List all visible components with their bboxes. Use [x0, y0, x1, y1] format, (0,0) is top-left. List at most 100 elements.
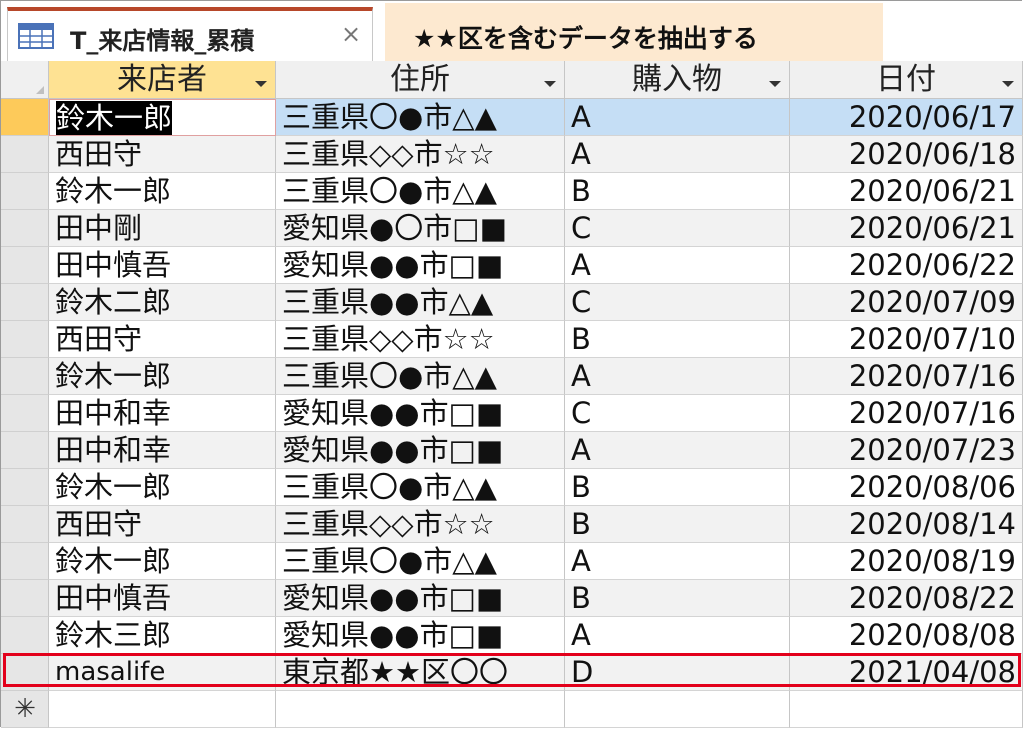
- cell-date[interactable]: 2020/08/19: [790, 543, 1023, 580]
- cell-address[interactable]: 三重県◇◇市☆☆: [276, 136, 565, 173]
- cell-address[interactable]: 三重県〇●市△▲: [276, 543, 565, 580]
- cell-address[interactable]: 三重県◇◇市☆☆: [276, 506, 565, 543]
- table-row[interactable]: 鈴木一郎 三重県〇●市△▲ B 2020/06/21: [1, 173, 1023, 210]
- cell-purchase[interactable]: A: [565, 543, 790, 580]
- cell-visitor[interactable]: 田中和幸: [49, 395, 276, 432]
- row-selector[interactable]: ✳: [1, 691, 49, 728]
- cell-purchase[interactable]: B: [565, 580, 790, 617]
- new-record-row[interactable]: ✳: [1, 691, 1023, 728]
- row-selector[interactable]: [1, 432, 49, 469]
- cell-address[interactable]: 三重県◇◇市☆☆: [276, 321, 565, 358]
- cell-purchase[interactable]: A: [565, 247, 790, 284]
- cell-visitor[interactable]: 田中慎吾: [49, 580, 276, 617]
- cell-purchase[interactable]: A: [565, 99, 790, 136]
- cell-purchase[interactable]: A: [565, 358, 790, 395]
- row-selector[interactable]: [1, 173, 49, 210]
- dropdown-arrow-icon[interactable]: [544, 81, 556, 87]
- cell-purchase[interactable]: C: [565, 284, 790, 321]
- row-selector[interactable]: [1, 358, 49, 395]
- cell-visitor[interactable]: [49, 691, 276, 728]
- cell-date[interactable]: 2020/06/21: [790, 210, 1023, 247]
- row-selector[interactable]: [1, 284, 49, 321]
- row-selector[interactable]: [1, 543, 49, 580]
- cell-date[interactable]: 2020/06/17: [790, 99, 1023, 136]
- cell-address[interactable]: 愛知県●●市□■: [276, 395, 565, 432]
- cell-visitor[interactable]: 鈴木一郎: [49, 469, 276, 506]
- cell-visitor[interactable]: 鈴木一郎: [49, 358, 276, 395]
- cell-visitor[interactable]: 鈴木三郎: [49, 617, 276, 654]
- cell-date[interactable]: 2020/08/08: [790, 617, 1023, 654]
- cell-address[interactable]: 愛知県●●市□■: [276, 432, 565, 469]
- cell-address[interactable]: 三重県〇●市△▲: [276, 99, 565, 136]
- table-row[interactable]: 田中慎吾 愛知県●●市□■ B 2020/08/22: [1, 580, 1023, 617]
- cell-visitor[interactable]: 鈴木一郎: [49, 173, 276, 210]
- table-row[interactable]: 鈴木一郎 三重県〇●市△▲ B 2020/08/06: [1, 469, 1023, 506]
- table-row[interactable]: 西田守 三重県◇◇市☆☆ B 2020/07/10: [1, 321, 1023, 358]
- row-selector[interactable]: [1, 321, 49, 358]
- cell-purchase[interactable]: C: [565, 395, 790, 432]
- tab-table[interactable]: T_来店情報_累積 ×: [7, 7, 373, 61]
- cell-address[interactable]: 三重県●●市△▲: [276, 284, 565, 321]
- table-row[interactable]: 田中和幸 愛知県●●市□■ C 2020/07/16: [1, 395, 1023, 432]
- cell-address[interactable]: 愛知県●〇市□■: [276, 210, 565, 247]
- row-selector[interactable]: [1, 99, 49, 136]
- cell-visitor[interactable]: 鈴木二郎: [49, 284, 276, 321]
- cell-address[interactable]: 三重県〇●市△▲: [276, 358, 565, 395]
- cell-visitor[interactable]: 田中和幸: [49, 432, 276, 469]
- dropdown-arrow-icon[interactable]: [255, 81, 267, 87]
- table-row[interactable]: 鈴木二郎 三重県●●市△▲ C 2020/07/09: [1, 284, 1023, 321]
- column-header-date[interactable]: 日付: [790, 61, 1023, 99]
- table-row[interactable]: 西田守 三重県◇◇市☆☆ A 2020/06/18: [1, 136, 1023, 173]
- cell-address[interactable]: 愛知県●●市□■: [276, 617, 565, 654]
- row-selector[interactable]: [1, 395, 49, 432]
- close-icon[interactable]: ×: [340, 19, 362, 49]
- cell-date[interactable]: 2020/07/23: [790, 432, 1023, 469]
- cell-visitor[interactable]: 田中慎吾: [49, 247, 276, 284]
- cell-address[interactable]: 三重県〇●市△▲: [276, 469, 565, 506]
- cell-visitor[interactable]: 西田守: [49, 321, 276, 358]
- table-row[interactable]: 鈴木一郎 三重県〇●市△▲ A 2020/07/16: [1, 358, 1023, 395]
- table-row[interactable]: 鈴木一郎 三重県〇●市△▲ A 2020/08/19: [1, 543, 1023, 580]
- cell-address[interactable]: [276, 691, 565, 728]
- table-row[interactable]: 田中慎吾 愛知県●●市□■ A 2020/06/22: [1, 247, 1023, 284]
- cell-visitor[interactable]: 田中剛: [49, 210, 276, 247]
- cell-date[interactable]: 2020/08/22: [790, 580, 1023, 617]
- dropdown-arrow-icon[interactable]: [1002, 81, 1014, 87]
- cell-visitor[interactable]: 鈴木一郎: [49, 99, 276, 136]
- cell-date[interactable]: 2020/06/22: [790, 247, 1023, 284]
- table-row[interactable]: 鈴木一郎 三重県〇●市△▲ A 2020/06/17: [1, 99, 1023, 136]
- row-selector[interactable]: [1, 580, 49, 617]
- row-selector[interactable]: [1, 469, 49, 506]
- cell-purchase[interactable]: [565, 691, 790, 728]
- cell-purchase[interactable]: A: [565, 432, 790, 469]
- cell-purchase[interactable]: C: [565, 210, 790, 247]
- cell-date[interactable]: [790, 691, 1023, 728]
- cell-visitor[interactable]: 西田守: [49, 506, 276, 543]
- row-selector[interactable]: [1, 506, 49, 543]
- cell-purchase[interactable]: B: [565, 469, 790, 506]
- row-selector[interactable]: [1, 210, 49, 247]
- table-row[interactable]: 田中和幸 愛知県●●市□■ A 2020/07/23: [1, 432, 1023, 469]
- row-selector[interactable]: [1, 247, 49, 284]
- cell-purchase[interactable]: B: [565, 506, 790, 543]
- table-row[interactable]: masalife 東京都★★区〇〇 D 2021/04/08: [1, 654, 1023, 691]
- cell-date[interactable]: 2020/07/16: [790, 395, 1023, 432]
- cell-date[interactable]: 2020/08/06: [790, 469, 1023, 506]
- cell-address[interactable]: 愛知県●●市□■: [276, 247, 565, 284]
- cell-address[interactable]: 三重県〇●市△▲: [276, 173, 565, 210]
- cell-purchase[interactable]: A: [565, 136, 790, 173]
- cell-date[interactable]: 2021/04/08: [790, 654, 1023, 691]
- table-row[interactable]: 鈴木三郎 愛知県●●市□■ A 2020/08/08: [1, 617, 1023, 654]
- cell-date[interactable]: 2020/08/14: [790, 506, 1023, 543]
- cell-date[interactable]: 2020/06/21: [790, 173, 1023, 210]
- cell-purchase[interactable]: B: [565, 321, 790, 358]
- cell-purchase[interactable]: A: [565, 617, 790, 654]
- column-header-visitor[interactable]: 来店者: [49, 61, 276, 99]
- dropdown-arrow-icon[interactable]: [769, 81, 781, 87]
- select-all-corner[interactable]: [1, 61, 49, 99]
- cell-date[interactable]: 2020/07/10: [790, 321, 1023, 358]
- table-row[interactable]: 田中剛 愛知県●〇市□■ C 2020/06/21: [1, 210, 1023, 247]
- cell-visitor[interactable]: masalife: [49, 654, 276, 691]
- column-header-purchase[interactable]: 購入物: [565, 61, 790, 99]
- cell-visitor[interactable]: 西田守: [49, 136, 276, 173]
